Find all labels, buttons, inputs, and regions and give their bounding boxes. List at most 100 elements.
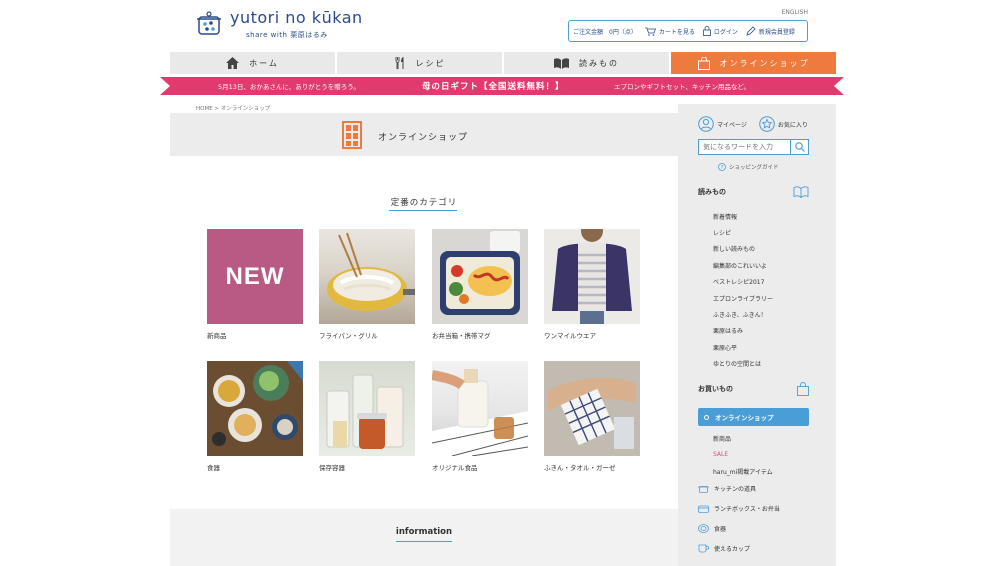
sidebar-link-harumi[interactable]: 栗原はるみ: [713, 326, 743, 335]
category-label: ふきん・タオル・ガーゼ: [544, 464, 616, 472]
sidebar-link-apron-library[interactable]: エプロンライブラリー: [713, 294, 773, 303]
information-heading: information: [395, 527, 453, 537]
category-label: お弁当箱・携帯マグ: [432, 332, 491, 340]
cart-link[interactable]: カートを見る: [644, 27, 695, 36]
register-link[interactable]: 新規会員登録: [746, 26, 795, 36]
information-underline: [396, 541, 452, 542]
sidebar-link-news[interactable]: 新着情報: [713, 212, 737, 221]
category-card-storage[interactable]: 保存容器: [319, 361, 415, 472]
sidebar-link-new-reading[interactable]: 新しい読みもの: [713, 244, 755, 253]
register-label: 新規会員登録: [758, 28, 795, 36]
page-title-bar: オンラインショップ: [170, 113, 678, 156]
category-card-new[interactable]: NEW 新商品: [207, 229, 303, 340]
sidebar-search: [698, 139, 809, 155]
category-card-food[interactable]: オリジナル食品: [432, 361, 528, 472]
nav-label-online-shop: オンラインショップ: [719, 58, 810, 68]
category-card-towel[interactable]: ふきん・タオル・ガーゼ: [544, 361, 640, 472]
sidebar-cat-cups[interactable]: 使えるカップ: [698, 544, 750, 553]
category-image-bento: [432, 229, 528, 324]
nav-item-recipe[interactable]: レシピ: [337, 52, 504, 74]
sidebar-link-sale[interactable]: SALE: [713, 451, 728, 458]
plate-icon: [698, 524, 709, 533]
sidebar-link-new-items[interactable]: 新商品: [713, 434, 731, 443]
search-input[interactable]: [699, 140, 790, 154]
category-image-tableware: [207, 361, 303, 456]
category-image-wear: [544, 229, 640, 324]
login-label: ログイン: [713, 28, 738, 36]
sidebar: マイページ お気に入り ? ショッピングガイド 読みもの 新着情報 レシピ 新し…: [678, 104, 836, 566]
reading-heading: 読みもの: [698, 186, 809, 198]
category-card-wear[interactable]: ワンマイルウエア: [544, 229, 640, 340]
sidebar-link-best-recipe[interactable]: ベストレシピ2017: [713, 277, 764, 286]
sidebar-link-haru-mi[interactable]: haru_mi掲載アイテム: [713, 467, 773, 476]
mypage-link[interactable]: マイページ: [698, 116, 747, 132]
nav-item-reading[interactable]: 読みもの: [504, 52, 671, 74]
main-nav: ホーム レシピ 読みもの オンラインショップ: [170, 52, 836, 74]
category-image-food: [432, 361, 528, 456]
sidebar-link-fukin[interactable]: ふきふき、ふきん！: [713, 310, 767, 319]
home-icon: [226, 57, 240, 69]
nav-label-home: ホーム: [249, 58, 279, 68]
sidebar-link-recipe[interactable]: レシピ: [713, 228, 731, 237]
order-total-label: ご注文金額 0円（点）: [573, 28, 637, 36]
logo-title: yutori no kūkan: [230, 8, 363, 27]
sidebar-item-online-shop[interactable]: オンラインショップ: [698, 408, 809, 426]
shopping-guide-link[interactable]: ? ショッピングガイド: [718, 163, 779, 171]
pot-logo-icon: [197, 11, 221, 35]
favorites-link[interactable]: お気に入り: [759, 116, 808, 132]
book-icon: [793, 186, 809, 198]
site-header: yutori no kūkan share with 栗原はるみ ENGLISH…: [170, 0, 836, 50]
english-link[interactable]: ENGLISH: [782, 9, 808, 16]
shopping-heading: お買いもの: [698, 382, 809, 396]
shopping-guide-label: ショッピングガイド: [729, 165, 779, 171]
sidebar-cat-lunchbox[interactable]: ランチボックス・お弁当: [698, 504, 780, 513]
nav-item-online-shop[interactable]: オンラインショップ: [671, 52, 836, 74]
information-section: information: [170, 509, 678, 566]
promo-banner[interactable]: 5月13日、おかあさんに、ありがとうを贈ろう。 母の日ギフト【全国送料無料！】 …: [160, 77, 844, 95]
banner-center-text: 母の日ギフト【全国送料無料！】: [422, 82, 565, 92]
lunchbox-icon: [698, 505, 709, 513]
sidebar-link-about[interactable]: ゆとりの空間とは: [713, 359, 761, 368]
svg-text:?: ?: [721, 165, 724, 171]
order-total: ご注文金額 0円（点）: [573, 27, 637, 36]
sidebar-cat-tableware[interactable]: 食器: [698, 524, 726, 533]
sidebar-active-label: オンラインショップ: [715, 414, 774, 422]
shopping-bag-icon: [697, 56, 710, 70]
banner-right-text: エプロンやギフトセット、キッチン用品など。: [614, 83, 751, 91]
circle-bullet-icon: [704, 414, 709, 420]
category-image-new: NEW: [207, 229, 303, 324]
book-icon: [554, 57, 569, 69]
shopping-bag-icon: [797, 382, 809, 396]
search-button[interactable]: [790, 140, 808, 154]
reading-heading-label: 読みもの: [698, 188, 726, 196]
new-badge: NEW: [225, 262, 285, 290]
cat-label: 使えるカップ: [714, 546, 750, 553]
nav-label-reading: 読みもの: [579, 58, 619, 68]
cart-label: カートを見る: [658, 28, 695, 36]
banner-left-text: 5月13日、おかあさんに、ありがとうを贈ろう。: [218, 83, 360, 91]
banner-ribbon-left: [160, 77, 170, 95]
breadcrumb[interactable]: HOME > オンラインショップ: [196, 104, 270, 112]
sidebar-cat-kitchen-tools[interactable]: キッチンの道具: [698, 484, 756, 493]
category-image-frypan: [319, 229, 415, 324]
shopping-heading-label: お買いもの: [698, 385, 733, 393]
section-underline: [389, 210, 457, 211]
category-card-bento[interactable]: お弁当箱・携帯マグ: [432, 229, 528, 340]
help-icon: ?: [718, 163, 726, 171]
logo-subtitle: share with 栗原はるみ: [246, 31, 328, 39]
cup-icon: [698, 544, 709, 553]
sidebar-link-editors-pick[interactable]: 編集部のこれいいよ: [713, 261, 767, 270]
sidebar-link-shinpei[interactable]: 栗原心平: [713, 343, 737, 352]
sidebar-user-links: マイページ お気に入り: [698, 116, 808, 132]
site-logo[interactable]: yutori no kūkan share with 栗原はるみ: [196, 6, 366, 40]
login-link[interactable]: ログイン: [702, 26, 738, 36]
banner-body: 5月13日、おかあさんに、ありがとうを贈ろう。 母の日ギフト【全国送料無料！】 …: [170, 77, 834, 95]
category-label: フライパン・グリル: [319, 332, 378, 340]
pot-icon: [698, 486, 709, 493]
category-card-frypan[interactable]: フライパン・グリル: [319, 229, 415, 340]
page-title: オンラインショップ: [378, 133, 469, 143]
shop-window-icon: [342, 121, 362, 149]
category-card-tableware[interactable]: 食器: [207, 361, 303, 472]
banner-ribbon-right: [834, 77, 844, 95]
nav-item-home[interactable]: ホーム: [170, 52, 337, 74]
